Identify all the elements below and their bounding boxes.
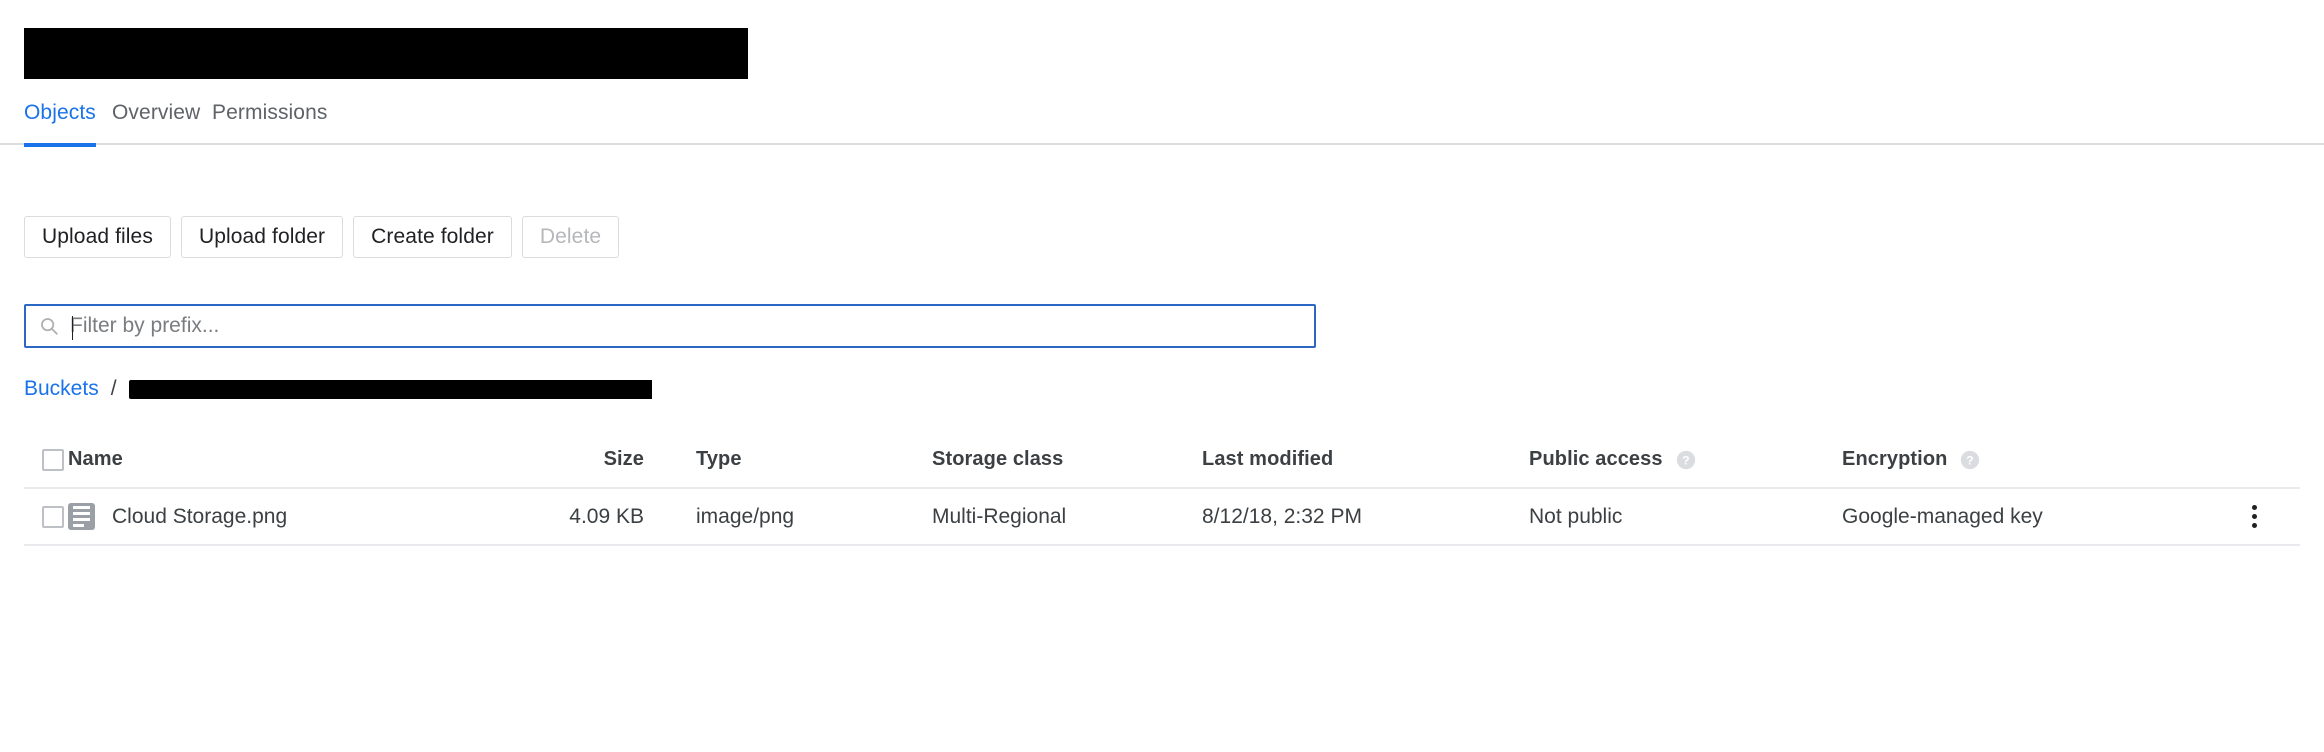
column-header-last-modified[interactable]: Last modified — [1202, 432, 1333, 487]
object-browser-page: Objects Overview Permissions Upload file… — [0, 0, 2324, 752]
tab-overview[interactable]: Overview — [112, 86, 200, 143]
table-header-row: Name Size Type Storage class Last modifi… — [24, 432, 2300, 489]
column-header-public-access-label: Public access — [1529, 448, 1663, 470]
text-cursor — [72, 316, 73, 340]
create-folder-button[interactable]: Create folder — [353, 216, 512, 258]
object-toolbar: Upload files Upload folder Create folder… — [24, 216, 620, 258]
cell-storage-class: Multi-Regional — [932, 504, 1067, 528]
help-icon-public-access[interactable]: ? — [1675, 449, 1697, 471]
column-header-size[interactable]: Size — [524, 432, 644, 487]
cell-public-access: Not public — [1529, 504, 1623, 528]
breadcrumb: Buckets / — [24, 375, 652, 403]
filter-input[interactable] — [70, 306, 1302, 346]
tab-permissions[interactable]: Permissions — [212, 86, 327, 143]
cell-last-modified: 8/12/18, 2:32 PM — [1202, 504, 1362, 528]
upload-folder-button[interactable]: Upload folder — [180, 216, 344, 258]
search-icon — [41, 318, 58, 335]
breadcrumb-current-redacted — [128, 379, 652, 399]
help-icon-encryption[interactable]: ? — [1959, 449, 1981, 471]
cell-name: Cloud Storage.png — [68, 489, 287, 544]
objects-table: Name Size Type Storage class Last modifi… — [24, 432, 2300, 546]
column-header-name[interactable]: Name — [68, 432, 123, 487]
filter-by-prefix-field[interactable] — [24, 304, 1316, 348]
svg-text:?: ? — [1682, 453, 1690, 467]
cell-size: 4.09 KB — [569, 504, 644, 528]
tab-bar: Objects Overview Permissions — [0, 86, 2324, 147]
column-header-public-access: Public access ? — [1529, 432, 1697, 487]
kebab-menu-icon[interactable] — [2239, 502, 2269, 532]
select-all-cell — [24, 432, 72, 487]
breadcrumb-buckets-link[interactable]: Buckets — [24, 377, 99, 401]
cell-type: image/png — [696, 504, 795, 528]
svg-text:?: ? — [1967, 453, 1975, 467]
delete-button: Delete — [521, 216, 620, 258]
object-name-link[interactable]: Cloud Storage.png — [112, 505, 287, 529]
row-menu-cell — [2224, 489, 2284, 544]
column-header-storage-class[interactable]: Storage class — [932, 432, 1063, 487]
row-select-cell — [24, 489, 72, 544]
select-all-checkbox[interactable] — [42, 448, 64, 471]
breadcrumb-separator: / — [110, 377, 117, 400]
table-row[interactable]: Cloud Storage.png 4.09 KB image/png Mult… — [24, 489, 2300, 546]
bucket-name-redacted — [24, 28, 748, 79]
tab-objects[interactable]: Objects — [24, 86, 96, 147]
column-header-encryption: Encryption ? — [1842, 432, 1981, 487]
upload-files-button[interactable]: Upload files — [24, 216, 171, 258]
column-header-type[interactable]: Type — [696, 432, 742, 487]
column-header-encryption-label: Encryption — [1842, 448, 1948, 470]
cell-encryption: Google-managed key — [1842, 504, 2043, 528]
file-icon — [68, 503, 95, 530]
row-checkbox[interactable] — [42, 505, 64, 528]
